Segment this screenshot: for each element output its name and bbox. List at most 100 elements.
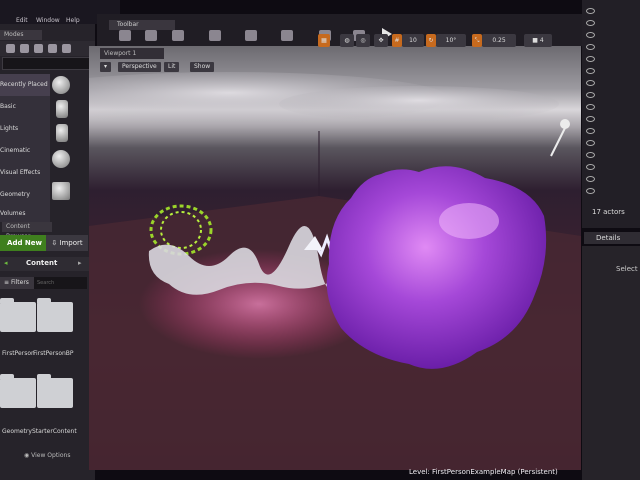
tab-content-browser[interactable]: Content Browser <box>2 222 52 240</box>
light-gizmo-head <box>560 119 570 129</box>
point-light-icon[interactable] <box>52 150 70 168</box>
category-basic[interactable]: Basic <box>0 96 50 118</box>
visibility-eye-icon[interactable] <box>586 188 595 194</box>
light-gizmo-icon[interactable] <box>550 127 566 157</box>
light-actor-icon[interactable] <box>56 100 68 118</box>
menu-edit[interactable]: Edit <box>16 17 28 24</box>
trigger-volume-icon[interactable] <box>52 182 70 200</box>
folder-label: FirstPerson <box>2 350 35 357</box>
path-content[interactable]: Content <box>26 259 57 267</box>
visibility-eye-icon[interactable] <box>586 128 595 134</box>
folder-label: FirstPersonBP <box>33 350 74 357</box>
add-new-label: Add New <box>7 239 42 247</box>
visibility-eye-icon[interactable] <box>586 8 595 14</box>
sphere-actor-icon[interactable] <box>52 76 70 94</box>
camera-speed-button[interactable]: ■ 4 <box>524 34 552 47</box>
level-viewport[interactable] <box>89 46 581 470</box>
visibility-eye-icon[interactable] <box>586 104 595 110</box>
translate-icon[interactable]: ✥ <box>374 34 388 47</box>
volume-highlight <box>439 203 499 239</box>
menu-window[interactable]: Window <box>36 17 60 24</box>
category-label: Basic <box>0 103 16 110</box>
unreal-editor-window: Edit Window Help Modes Recently Placed B… <box>0 0 640 480</box>
visibility-eye-icon[interactable] <box>586 68 595 74</box>
visibility-eye-icon[interactable] <box>586 32 595 38</box>
visibility-eye-icon[interactable] <box>586 152 595 158</box>
add-new-button[interactable]: Add New <box>0 235 46 251</box>
category-label: Visual Effects <box>0 169 41 176</box>
folder-icon[interactable] <box>0 374 36 408</box>
tab-toolbar[interactable]: Toolbar <box>109 20 175 30</box>
landscape-mode-icon[interactable] <box>34 44 43 53</box>
visibility-eye-icon[interactable] <box>586 20 595 26</box>
paint-mode-icon[interactable] <box>20 44 29 53</box>
category-visual-effects[interactable]: Visual Effects <box>0 162 50 184</box>
folder-icon[interactable] <box>37 374 73 408</box>
folder-label: Geometry <box>2 428 32 435</box>
grid-snap-value[interactable]: 10 <box>402 34 424 47</box>
category-cinematic[interactable]: Cinematic <box>0 140 50 162</box>
visibility-eye-icon[interactable] <box>586 116 595 122</box>
visibility-eye-icon[interactable] <box>586 44 595 50</box>
view-options-label: View Options <box>31 452 71 459</box>
content-icon[interactable] <box>172 30 184 41</box>
filters-button[interactable]: ≡ Filters <box>0 277 34 289</box>
actor-count: 17 actors <box>592 208 625 216</box>
visibility-eye-icon[interactable] <box>586 176 595 182</box>
geometry-mode-icon[interactable] <box>62 44 71 53</box>
save-icon[interactable] <box>119 30 131 41</box>
folder-label: StarterContent <box>32 428 77 435</box>
menu-help[interactable]: Help <box>66 17 80 24</box>
camera-speed-value: 4 <box>539 37 544 44</box>
visibility-eye-icon[interactable] <box>586 80 595 86</box>
build-icon[interactable] <box>281 30 293 41</box>
settings-icon[interactable] <box>209 30 221 41</box>
category-label: Recently Placed <box>0 81 48 88</box>
category-label: Geometry <box>0 191 30 198</box>
import-button[interactable]: ⇩ Import <box>46 235 88 251</box>
visibility-eye-icon[interactable] <box>586 92 595 98</box>
show-button[interactable]: Show <box>190 62 215 72</box>
visibility-eye-icon[interactable] <box>586 140 595 146</box>
rotation-snap-icon[interactable]: ↻ <box>426 34 436 47</box>
viewport-options-button[interactable]: ▾ <box>100 62 112 72</box>
category-label: Cinematic <box>0 147 31 154</box>
lit-button[interactable]: Lit <box>164 62 180 72</box>
category-volumes[interactable]: Volumes <box>0 206 50 222</box>
category-geometry[interactable]: Geometry <box>0 184 50 206</box>
category-label: Volumes <box>0 210 26 217</box>
foliage-mode-icon[interactable] <box>48 44 57 53</box>
import-label: Import <box>59 239 83 247</box>
grid-snap-toggle[interactable]: ▦ <box>318 34 330 47</box>
content-search-input[interactable]: Search <box>34 277 87 289</box>
camera-actor-icon[interactable] <box>56 124 68 142</box>
sky-cloud <box>279 86 559 122</box>
modes-search-input[interactable] <box>2 57 94 70</box>
rotation-snap-value[interactable]: 10° <box>436 34 466 47</box>
folder-icon[interactable] <box>37 298 73 332</box>
path-bar: ◂ Content ▸ <box>0 257 92 271</box>
grid-snap-icon[interactable]: # <box>392 34 402 47</box>
source-control-icon[interactable] <box>145 30 157 41</box>
details-panel <box>582 246 640 480</box>
category-lights[interactable]: Lights <box>0 118 50 140</box>
perspective-button[interactable]: Perspective <box>118 62 161 72</box>
world-local-icon[interactable]: ◍ <box>340 34 354 47</box>
tab-modes[interactable]: Modes <box>0 30 42 40</box>
tab-viewport[interactable]: Viewport 1 <box>100 48 164 59</box>
visibility-eye-icon[interactable] <box>586 56 595 62</box>
forward-arrow-icon[interactable]: ▸ <box>78 259 82 267</box>
blueprints-icon[interactable] <box>245 30 257 41</box>
back-arrow-icon[interactable]: ◂ <box>4 259 8 267</box>
place-mode-icon[interactable] <box>6 44 15 53</box>
surface-snap-icon[interactable]: ◎ <box>356 34 370 47</box>
category-recently-placed[interactable]: Recently Placed <box>0 74 50 96</box>
scale-snap-icon[interactable]: ⤡ <box>472 34 482 47</box>
visibility-eye-icon[interactable] <box>586 164 595 170</box>
world-outliner <box>582 0 640 228</box>
view-options-button[interactable]: ◉ View Options <box>24 452 70 459</box>
details-hint: Select <box>616 265 638 273</box>
tab-details[interactable]: Details <box>584 232 640 244</box>
folder-icon[interactable] <box>0 298 36 332</box>
scale-snap-value[interactable]: 0.25 <box>482 34 516 47</box>
